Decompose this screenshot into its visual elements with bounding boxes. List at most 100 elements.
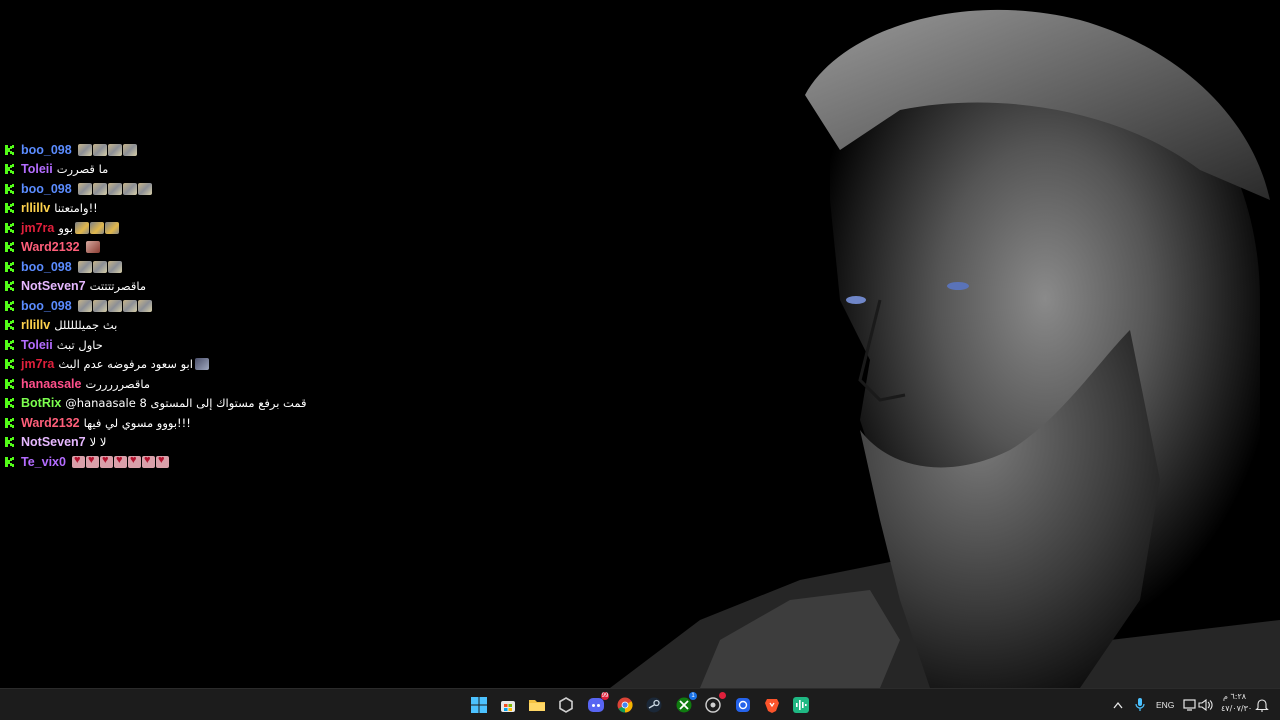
discord-button[interactable]: 99 [586, 692, 609, 715]
chat-emote [107, 182, 122, 195]
clock-date[interactable]: ٤٧/٠٧/٣٠ [1221, 704, 1252, 713]
chat-emote [92, 182, 107, 195]
chat-emote [77, 299, 92, 312]
chat-message-text: ماقصرررررت [85, 376, 150, 391]
chat-emote [92, 260, 107, 273]
microsoft-store-button[interactable] [498, 695, 518, 715]
chat-emote [92, 299, 107, 312]
display-icon [1183, 699, 1196, 711]
kick-platform-icon [5, 203, 14, 214]
chat-emote [194, 358, 209, 371]
chat-emote [107, 143, 122, 156]
chat-message-text: لا لا [89, 435, 107, 450]
notification-center-button[interactable] [1252, 695, 1272, 715]
volume-button[interactable] [1196, 695, 1216, 715]
chat-username[interactable]: Toleii [21, 162, 53, 176]
chat-message: NotSeven7 ماقصرتتتتت [0, 277, 306, 297]
emote-strip [85, 241, 101, 254]
chat-emote [122, 143, 137, 156]
chevron-up-icon [1113, 701, 1123, 709]
chat-message-text: حاول تبث [56, 337, 103, 352]
chat-username[interactable]: Toleii [21, 338, 53, 352]
kick-platform-icon [5, 183, 14, 194]
hexagon-app-button[interactable] [556, 695, 576, 715]
chrome-button[interactable] [615, 695, 635, 715]
chat-message: boo_098 [0, 141, 306, 160]
chat-username[interactable]: Ward2132 [21, 416, 80, 430]
obs-button[interactable] [703, 692, 726, 715]
chat-message: Toleii حاول تبث [0, 335, 306, 355]
chat-emote [122, 299, 137, 312]
steam-button[interactable] [644, 695, 664, 715]
chat-message-text: @hanaasale قمت برفع مستواك إلى المستوى 8 [65, 396, 307, 411]
start-button[interactable] [469, 695, 489, 715]
chat-message-text: بووو مسوي لي فيها!!! [83, 415, 191, 430]
chat-emote [77, 260, 92, 273]
chat-message: jm7ra بوو [0, 218, 306, 238]
folder-icon [529, 700, 545, 711]
windows-logo-icon [471, 697, 487, 713]
emote-strip [75, 221, 120, 234]
chat-username[interactable]: boo_098 [21, 260, 72, 274]
chat-message: Toleii ما قصررت [0, 160, 306, 180]
taskbar: 99 1 ENG ٦:٢٨ م ٤٧/٠٧/٣٠ [0, 688, 1280, 720]
chat-username[interactable]: Ward2132 [21, 240, 80, 254]
chat-emote [75, 221, 90, 234]
microphone-button[interactable] [1130, 695, 1150, 715]
kick-platform-icon [5, 398, 14, 409]
chat-username[interactable]: rllillv [21, 201, 50, 215]
chat-message: jm7ra ابو سعود مرفوضه عدم البث [0, 355, 306, 375]
chat-emote [127, 454, 141, 468]
speaker-icon [1198, 699, 1213, 711]
chat-message-text: ابو سعود مرفوضه عدم البث [58, 357, 193, 372]
chat-username[interactable]: Te_vix0 [21, 455, 66, 469]
audio-app-button[interactable] [791, 695, 811, 715]
kick-platform-icon [5, 242, 14, 253]
xbox-icon [676, 697, 692, 713]
chat-username[interactable]: NotSeven7 [21, 279, 86, 293]
kick-platform-icon [5, 300, 14, 311]
language-indicator[interactable]: ENG [1156, 700, 1174, 710]
chat-emote [77, 143, 92, 156]
xbox-button[interactable]: 1 [674, 692, 697, 715]
file-explorer-button[interactable] [527, 695, 547, 715]
chat-message: NotSeven7 لا لا [0, 433, 306, 453]
discord-notification-badge: 99 [601, 692, 609, 700]
emote-strip [77, 182, 153, 195]
chat-emote [85, 241, 100, 254]
recording-dot [719, 692, 726, 699]
chat-emote [137, 182, 152, 195]
chat-emote [155, 454, 169, 468]
emote-strip [194, 358, 210, 371]
brave-icon [765, 699, 779, 713]
chrome-icon [617, 697, 633, 713]
chat-username[interactable]: BotRix [21, 396, 61, 410]
discord-icon [588, 698, 604, 712]
chat-emote [77, 182, 92, 195]
blue-app-button[interactable] [733, 695, 753, 715]
chat-message-text: بوو [58, 220, 74, 235]
show-hidden-icons-button[interactable] [1108, 695, 1128, 715]
chat-emote [92, 143, 107, 156]
emote-strip [77, 260, 123, 273]
chat-username[interactable]: hanaasale [21, 377, 81, 391]
chat-username[interactable]: rllillv [21, 318, 50, 332]
chat-username[interactable]: boo_098 [21, 299, 72, 313]
chat-message: Te_vix0 [0, 452, 306, 472]
xbox-notification-badge: 1 [689, 692, 697, 700]
chat-username[interactable]: boo_098 [21, 182, 72, 196]
kick-platform-icon [5, 359, 14, 370]
chat-message: boo_098 [0, 296, 306, 316]
brave-button[interactable] [762, 695, 782, 715]
kick-platform-icon [5, 437, 14, 448]
chat-username[interactable]: NotSeven7 [21, 435, 86, 449]
clock-time[interactable]: ٦:٢٨ م [1223, 692, 1246, 701]
chat-username[interactable]: boo_098 [21, 143, 72, 157]
chat-overlay: boo_098 Toleii ما قصررت boo_098 rllillv وامتع… [0, 141, 520, 476]
kick-platform-icon [5, 339, 14, 350]
kick-platform-icon [5, 164, 14, 175]
chat-username[interactable]: jm7ra [21, 221, 54, 235]
kick-platform-icon [5, 456, 14, 467]
kick-platform-icon [5, 144, 14, 155]
chat-username[interactable]: jm7ra [21, 357, 54, 371]
